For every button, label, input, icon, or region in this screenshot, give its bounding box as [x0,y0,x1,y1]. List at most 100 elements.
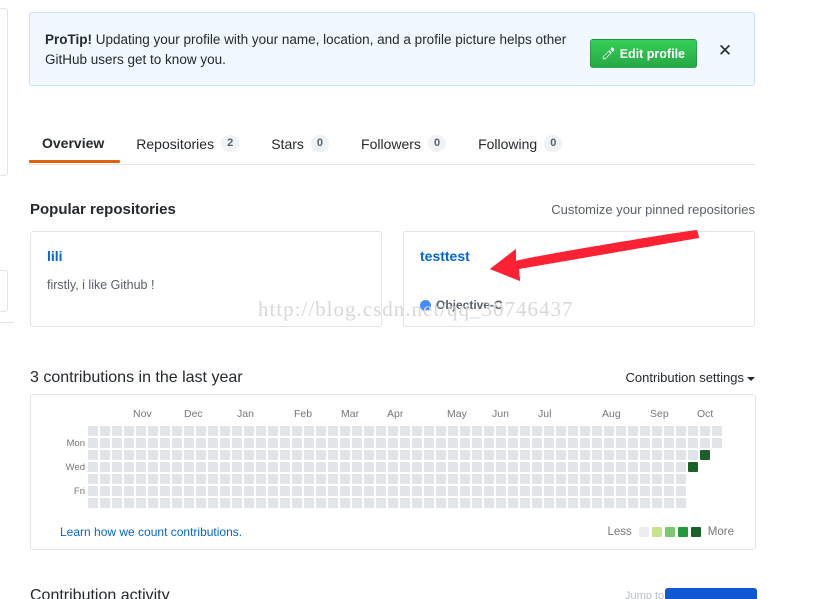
contribution-cell[interactable] [616,462,626,472]
contribution-cell[interactable] [244,474,254,484]
contribution-cell[interactable] [496,462,506,472]
repo-name-link[interactable]: testtest [420,248,470,264]
contribution-cell[interactable] [520,462,530,472]
contribution-cell[interactable] [472,486,482,496]
contribution-cell[interactable] [244,462,254,472]
contribution-cell[interactable] [628,474,638,484]
contribution-cell[interactable] [160,486,170,496]
contribution-cell[interactable] [592,438,602,448]
contribution-cell[interactable] [700,426,710,436]
contribution-cell[interactable] [472,474,482,484]
contribution-cell[interactable] [676,426,686,436]
contribution-cell[interactable] [532,498,542,508]
contribution-cell[interactable] [388,498,398,508]
contribution-cell[interactable] [100,450,110,460]
contribution-cell[interactable] [604,462,614,472]
contribution-cell[interactable] [316,474,326,484]
contribution-cell[interactable] [532,474,542,484]
contribution-cell[interactable] [244,498,254,508]
contribution-cell[interactable] [340,426,350,436]
contribution-cell[interactable] [628,486,638,496]
jump-to-button[interactable] [665,588,757,599]
contribution-cell[interactable] [208,426,218,436]
contribution-cell[interactable] [508,462,518,472]
contribution-cell[interactable] [676,450,686,460]
contribution-cell[interactable] [148,498,158,508]
contribution-cell[interactable] [640,486,650,496]
contribution-cell[interactable] [616,426,626,436]
contribution-cell[interactable] [628,450,638,460]
contribution-cell[interactable] [364,462,374,472]
contribution-cell[interactable] [496,450,506,460]
contribution-cell[interactable] [88,438,98,448]
contribution-cell[interactable] [556,462,566,472]
contribution-cell[interactable] [376,498,386,508]
contribution-cell[interactable] [208,438,218,448]
contribution-cell[interactable] [352,450,362,460]
contribution-cell[interactable] [664,498,674,508]
contribution-cell[interactable] [664,438,674,448]
contribution-cell[interactable] [316,426,326,436]
contribution-cell[interactable] [280,450,290,460]
contribution-cell[interactable] [112,498,122,508]
contribution-cell[interactable] [460,438,470,448]
contribution-cell[interactable] [556,450,566,460]
contribution-cell[interactable] [568,474,578,484]
contribution-cell[interactable] [220,486,230,496]
contribution-cell[interactable] [88,450,98,460]
contribution-cell[interactable] [244,450,254,460]
contribution-cell[interactable] [352,498,362,508]
contribution-cell[interactable] [256,486,266,496]
contribution-cell[interactable] [568,486,578,496]
contribution-cell[interactable] [652,498,662,508]
contribution-cell[interactable] [400,426,410,436]
contribution-cell[interactable] [184,486,194,496]
contribution-cell[interactable] [220,426,230,436]
contribution-cell[interactable] [580,438,590,448]
contribution-cell[interactable] [124,498,134,508]
contribution-cell[interactable] [448,462,458,472]
contribution-cell[interactable] [304,426,314,436]
contribution-cell[interactable] [532,462,542,472]
contribution-cell[interactable] [436,426,446,436]
contribution-cell[interactable] [640,474,650,484]
contribution-cell[interactable] [220,498,230,508]
contribution-cell[interactable] [400,462,410,472]
contribution-cell[interactable] [352,474,362,484]
contribution-cell[interactable] [268,438,278,448]
contribution-cell[interactable] [568,462,578,472]
edit-profile-button[interactable]: Edit profile [589,39,697,68]
contribution-cell[interactable] [568,450,578,460]
contribution-cell[interactable] [196,426,206,436]
contribution-cell[interactable] [436,498,446,508]
contribution-cell[interactable] [160,438,170,448]
contribution-cell[interactable] [412,450,422,460]
contribution-cell[interactable] [460,486,470,496]
contribution-cell[interactable] [400,486,410,496]
contribution-cell[interactable] [436,486,446,496]
contribution-cell[interactable] [508,426,518,436]
pinned-repo-card[interactable]: testtest Objective-C [403,231,755,327]
tab-following[interactable]: Following 0 [462,126,578,163]
contribution-cell[interactable] [196,462,206,472]
contribution-cell[interactable] [640,498,650,508]
contribution-cell[interactable] [232,462,242,472]
contribution-cell[interactable] [196,438,206,448]
contribution-cell[interactable] [88,498,98,508]
contribution-cell[interactable] [640,450,650,460]
contribution-cell[interactable] [280,462,290,472]
contribution-cell[interactable] [544,462,554,472]
contribution-cell[interactable] [364,498,374,508]
contribution-cell[interactable] [508,438,518,448]
contribution-cell[interactable] [544,474,554,484]
contribution-cell[interactable] [328,462,338,472]
contribution-cell[interactable] [508,474,518,484]
contribution-cell[interactable] [592,498,602,508]
contribution-cell[interactable] [556,486,566,496]
contribution-cell[interactable] [580,426,590,436]
contribution-cell[interactable] [400,498,410,508]
contribution-cell[interactable] [232,486,242,496]
contribution-cell[interactable] [448,486,458,496]
contribution-cell[interactable] [256,462,266,472]
contribution-cell[interactable] [364,438,374,448]
